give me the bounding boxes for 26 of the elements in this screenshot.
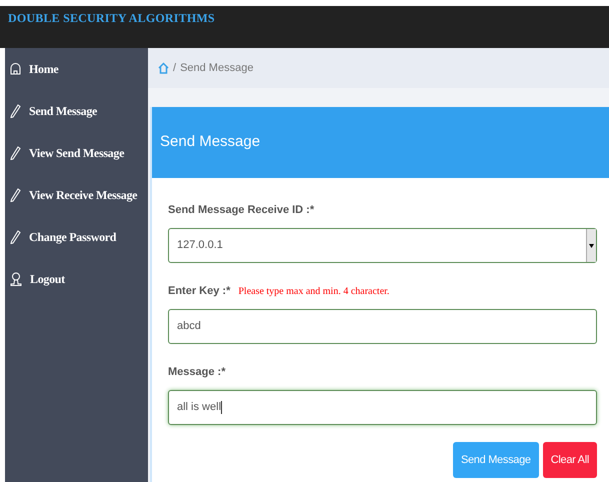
- sidebar-item[interactable]: View Receive Message: [5, 174, 148, 216]
- text-field[interactable]: all is well: [168, 390, 597, 425]
- breadcrumb-separator: /: [173, 60, 176, 76]
- pencil-icon: [10, 230, 21, 244]
- sidebar-item[interactable]: Send Message: [5, 90, 148, 132]
- hint-text: Please type max and min. 4 character.: [238, 285, 390, 299]
- pencil-icon: [10, 104, 21, 118]
- home-icon[interactable]: [158, 62, 169, 74]
- sidebar-item[interactable]: View Send Message: [5, 132, 148, 174]
- sidebar-item[interactable]: Home: [5, 48, 148, 90]
- action-button[interactable]: Clear All: [542, 442, 597, 478]
- sidebar-item[interactable]: Logout: [5, 258, 148, 300]
- breadcrumb-current: Send Message: [180, 60, 254, 76]
- pencil-icon: [10, 146, 21, 160]
- field-label: Message :*: [168, 365, 226, 380]
- field-label: Enter Key :*: [168, 284, 230, 299]
- text-field[interactable]: abcd: [168, 309, 597, 344]
- home-icon: [10, 63, 21, 75]
- pencil-icon: [10, 188, 21, 202]
- caret-icon: [589, 244, 594, 248]
- user-icon: [10, 272, 22, 286]
- app-title: DOUBLE SECURITY ALGORITHMS: [8, 10, 215, 27]
- sidebar-item[interactable]: Change Password: [5, 216, 148, 258]
- dropdown-field[interactable]: 127.0.0.1: [168, 228, 597, 263]
- card-title: Send Message: [160, 132, 260, 152]
- field-label: Send Message Receive ID :*: [168, 203, 314, 218]
